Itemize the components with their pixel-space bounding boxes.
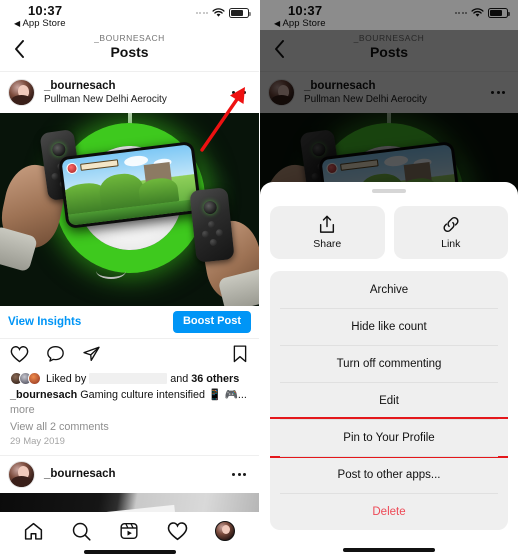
liked-by-row[interactable]: Liked by and 36 others <box>0 369 259 385</box>
status-time: 10:37 <box>28 3 63 18</box>
caption-text: Gaming culture intensified 📱 🎮... <box>80 389 247 401</box>
post-header: _bournesach Pullman New Delhi Aerocity <box>0 72 259 113</box>
home-icon <box>25 522 43 540</box>
post-header-text: _bournesach Pullman New Delhi Aerocity <box>44 79 227 106</box>
post2-header: _bournesach <box>0 454 259 493</box>
liker-avatars <box>10 372 41 385</box>
bookmark-icon[interactable] <box>230 344 250 364</box>
menu-item-archive[interactable]: Archive <box>270 271 508 308</box>
menu-item-pin-to-your-profile[interactable]: Pin to Your Profile <box>270 417 508 458</box>
battery-icon <box>229 8 252 18</box>
drag-handle[interactable] <box>372 189 406 193</box>
post-location[interactable]: Pullman New Delhi Aerocity <box>44 93 227 106</box>
comment-bubble-icon[interactable] <box>45 344 65 364</box>
right-buttons <box>201 220 226 248</box>
back-app-label: App Store <box>22 18 66 29</box>
back-triangle-icon: ◀ <box>14 18 21 28</box>
liked-by-and: and <box>170 372 189 385</box>
like-icon[interactable] <box>9 344 29 364</box>
right-controller-grip <box>189 187 235 263</box>
post-media[interactable] <box>0 113 259 306</box>
options-menu-card: Archive Hide like count Turn off comment… <box>270 271 508 530</box>
boost-post-button[interactable]: Boost Post <box>172 311 251 333</box>
home-indicator <box>83 550 176 554</box>
left-joystick <box>51 142 67 157</box>
avatar[interactable] <box>8 79 35 106</box>
profile-avatar-icon <box>215 521 236 541</box>
liker-avatar <box>28 372 41 385</box>
link-label: Link <box>441 238 461 250</box>
right-joystick <box>203 200 218 215</box>
view-comments-link[interactable]: View all 2 comments <box>0 417 259 433</box>
wifi-icon <box>212 8 225 17</box>
tab-activity[interactable] <box>165 519 189 543</box>
liked-by-prefix: Liked by <box>46 372 87 385</box>
game-hud <box>65 157 119 175</box>
search-icon <box>72 522 91 541</box>
post-action-bar <box>0 339 259 369</box>
link-chain-icon <box>443 216 459 233</box>
status-back-to-app[interactable]: ◀ App Store <box>14 18 66 29</box>
reels-icon <box>120 522 139 540</box>
post2-header-text: _bournesach <box>44 467 227 481</box>
game-screen <box>61 144 199 226</box>
share-button[interactable]: Share <box>270 206 385 259</box>
post-caption: _bournesach Gaming culture intensified 📱… <box>0 385 259 403</box>
signal-dots-icon <box>195 12 208 14</box>
redacted-username <box>89 373 168 384</box>
status-bar: 10:37 ◀ App Store <box>0 0 259 30</box>
tab-search[interactable] <box>70 519 94 543</box>
cable <box>96 263 126 279</box>
menu-item-edit[interactable]: Edit <box>270 382 508 419</box>
status-indicators <box>195 8 252 18</box>
menu-item-delete[interactable]: Delete <box>270 493 508 530</box>
menu-item-turn-off-commenting[interactable]: Turn off commenting <box>270 345 508 382</box>
nav-bar: _BOURNESACH Posts <box>0 30 259 72</box>
view-insights-link[interactable]: View Insights <box>8 316 81 328</box>
post-more-options-icon[interactable] <box>227 81 251 105</box>
dual-screenshot-container: 10:37 ◀ App Store _BOURNESACH Posts _bou… <box>0 0 518 560</box>
hud-avatar-icon <box>65 162 79 175</box>
hud-health-bar <box>80 159 119 171</box>
heart-icon <box>167 522 188 541</box>
menu-item-hide-like-count[interactable]: Hide like count <box>270 308 508 345</box>
home-indicator <box>343 548 435 552</box>
post-date: 29 May 2019 <box>10 435 65 447</box>
nav-title-group: _BOURNESACH Posts <box>0 33 259 60</box>
page-title: Posts <box>110 44 149 60</box>
post-options-action-sheet: Share Link Archive Hide like count Turn … <box>260 182 518 560</box>
avatar[interactable] <box>8 460 35 488</box>
share-label: Share <box>313 238 342 250</box>
post-username[interactable]: _bournesach <box>44 79 227 93</box>
send-paper-plane-icon[interactable] <box>81 344 101 364</box>
caption-username[interactable]: _bournesach <box>10 389 77 401</box>
insights-row: View Insights Boost Post <box>0 306 259 339</box>
nav-subtitle: _BOURNESACH <box>94 33 165 43</box>
phone-screen-right: 10:37 ◀ App Store _BOURNESACH Posts _bou… <box>259 0 518 560</box>
quick-actions-row: Share Link <box>270 206 508 259</box>
caption-more-link[interactable]: more <box>0 403 259 417</box>
phone-screen-left: 10:37 ◀ App Store _BOURNESACH Posts _bou… <box>0 0 259 560</box>
liked-by-count: 36 others <box>191 372 240 385</box>
post2-username[interactable]: _bournesach <box>44 467 227 481</box>
menu-item-post-to-other-apps[interactable]: Post to other apps... <box>270 456 508 493</box>
share-upload-icon <box>320 215 335 233</box>
tab-home[interactable] <box>22 519 46 543</box>
tab-profile[interactable] <box>213 519 237 543</box>
tab-reels[interactable] <box>117 519 141 543</box>
post2-more-options-icon[interactable] <box>227 462 251 486</box>
link-button[interactable]: Link <box>393 206 508 259</box>
